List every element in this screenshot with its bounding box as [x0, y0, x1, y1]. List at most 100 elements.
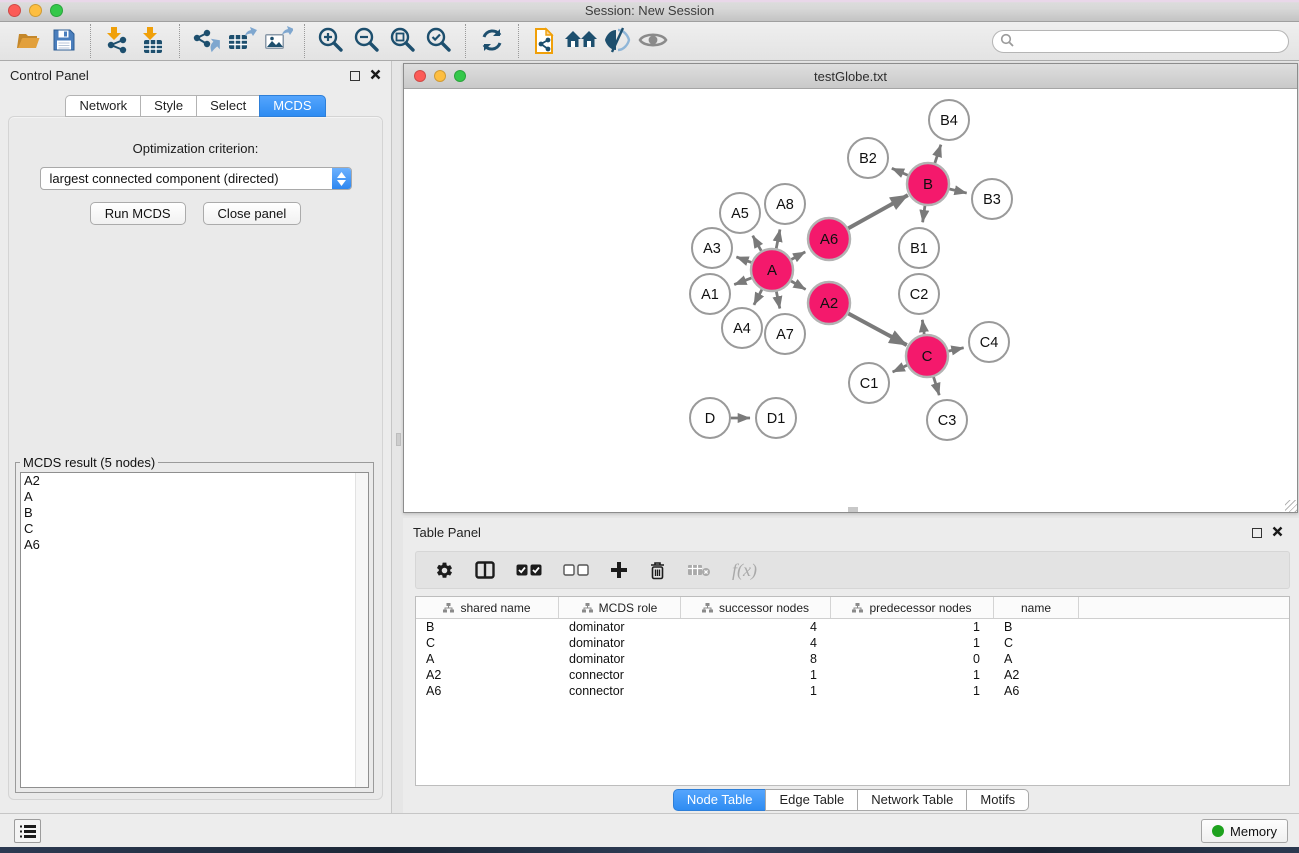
- graph-edge[interactable]: [736, 257, 751, 262]
- delete-column-button[interactable]: [649, 561, 666, 580]
- import-table-button[interactable]: [135, 24, 171, 58]
- network-canvas[interactable]: AA1A2A3A4A5A6A7A8BB1B2B3B4CC1C2C3C4DD1: [404, 89, 1297, 512]
- graph-node-C[interactable]: C: [906, 335, 948, 377]
- graph-node-D1[interactable]: D1: [756, 398, 796, 438]
- close-panel-button[interactable]: Close panel: [203, 202, 302, 225]
- graph-edge[interactable]: [934, 377, 940, 395]
- toggle-graphics-details-button[interactable]: [599, 24, 635, 58]
- search-input[interactable]: [1015, 33, 1288, 51]
- result-list-item[interactable]: A: [21, 489, 368, 505]
- network-window-titlebar[interactable]: testGlobe.txt: [404, 64, 1297, 89]
- close-window-button[interactable]: [8, 4, 21, 17]
- graph-node-A6[interactable]: A6: [808, 218, 850, 260]
- new-network-button[interactable]: [527, 24, 563, 58]
- tab-style[interactable]: Style: [140, 95, 196, 117]
- zoom-out-button[interactable]: [349, 24, 385, 58]
- graph-node-B4[interactable]: B4: [929, 100, 969, 140]
- save-session-button[interactable]: [46, 24, 82, 58]
- memory-button[interactable]: Memory: [1201, 819, 1288, 843]
- graph-edge[interactable]: [753, 236, 762, 251]
- export-table-button[interactable]: [224, 24, 260, 58]
- tab-select[interactable]: Select: [196, 95, 259, 117]
- run-mcds-button[interactable]: Run MCDS: [90, 202, 186, 225]
- column-header-name[interactable]: name: [994, 597, 1079, 618]
- result-list-item[interactable]: C: [21, 521, 368, 537]
- table-settings-button[interactable]: [435, 561, 454, 580]
- graph-node-B3[interactable]: B3: [972, 179, 1012, 219]
- graph-node-A8[interactable]: A8: [765, 184, 805, 224]
- tab-network-table[interactable]: Network Table: [857, 789, 966, 811]
- graph-edge[interactable]: [754, 290, 762, 305]
- network-close-button[interactable]: [414, 70, 426, 82]
- graph-edge[interactable]: [948, 348, 963, 351]
- close-table-panel-icon[interactable]: [1272, 525, 1283, 540]
- graph-node-A4[interactable]: A4: [722, 308, 762, 348]
- column-header-successor-nodes[interactable]: successor nodes: [681, 597, 831, 618]
- zoom-fit-button[interactable]: [385, 24, 421, 58]
- graph-node-A5[interactable]: A5: [720, 193, 760, 233]
- graph-edge[interactable]: [848, 195, 908, 228]
- table-row[interactable]: Cdominator41C: [416, 635, 1289, 651]
- tab-node-table[interactable]: Node Table: [673, 789, 766, 811]
- graph-node-B[interactable]: B: [907, 163, 949, 205]
- graph-edge[interactable]: [935, 145, 941, 163]
- select-all-button[interactable]: [516, 564, 542, 576]
- graph-node-C3[interactable]: C3: [927, 400, 967, 440]
- result-scrollbar[interactable]: [355, 473, 368, 787]
- refresh-layout-button[interactable]: [474, 24, 510, 58]
- network-zoom-button[interactable]: [454, 70, 466, 82]
- panel-divider-handle[interactable]: [396, 433, 401, 446]
- graph-edge[interactable]: [848, 313, 906, 345]
- result-list-item[interactable]: B: [21, 505, 368, 521]
- export-image-button[interactable]: [260, 24, 296, 58]
- graph-edge[interactable]: [922, 320, 924, 334]
- mcds-result-list[interactable]: A2ABCA6: [20, 472, 369, 788]
- tab-network[interactable]: Network: [65, 95, 140, 117]
- column-header-predecessor-nodes[interactable]: predecessor nodes: [831, 597, 994, 618]
- graph-edge[interactable]: [734, 278, 751, 285]
- search-field[interactable]: [992, 30, 1289, 53]
- column-header-mcds-role[interactable]: MCDS role: [559, 597, 681, 618]
- network-minimize-button[interactable]: [434, 70, 446, 82]
- column-header-shared-name[interactable]: shared name: [416, 597, 559, 618]
- table-row[interactable]: A6connector11A6: [416, 683, 1289, 699]
- deselect-all-button[interactable]: [563, 564, 589, 576]
- graph-node-B2[interactable]: B2: [848, 138, 888, 178]
- graph-node-A[interactable]: A: [751, 249, 793, 291]
- table-row[interactable]: Bdominator41B: [416, 619, 1289, 635]
- graph-node-D[interactable]: D: [690, 398, 730, 438]
- minimize-window-button[interactable]: [29, 4, 42, 17]
- graph-node-A3[interactable]: A3: [692, 228, 732, 268]
- graph-edge[interactable]: [923, 206, 925, 222]
- graph-edge[interactable]: [791, 281, 806, 289]
- graph-edge[interactable]: [892, 168, 908, 175]
- task-history-button[interactable]: [14, 819, 41, 843]
- result-list-item[interactable]: A2: [21, 473, 368, 489]
- zoom-window-button[interactable]: [50, 4, 63, 17]
- graph-edge[interactable]: [776, 230, 780, 249]
- table-row[interactable]: Adominator80A: [416, 651, 1289, 667]
- float-panel-icon[interactable]: [350, 71, 360, 81]
- graph-edge[interactable]: [791, 252, 805, 260]
- graph-node-A1[interactable]: A1: [690, 274, 730, 314]
- graph-node-B1[interactable]: B1: [899, 228, 939, 268]
- tab-motifs[interactable]: Motifs: [966, 789, 1029, 811]
- tab-edge-table[interactable]: Edge Table: [765, 789, 857, 811]
- zoom-selected-button[interactable]: [421, 24, 457, 58]
- graph-edge[interactable]: [776, 292, 779, 309]
- graph-edge[interactable]: [893, 365, 907, 372]
- split-view-button[interactable]: [475, 561, 495, 579]
- tab-mcds[interactable]: MCDS: [259, 95, 325, 117]
- zoom-in-button[interactable]: [313, 24, 349, 58]
- float-table-panel-icon[interactable]: [1252, 528, 1262, 538]
- graph-node-A2[interactable]: A2: [808, 282, 850, 324]
- show-hide-panel-button[interactable]: [635, 24, 671, 58]
- graph-node-C1[interactable]: C1: [849, 363, 889, 403]
- graph-node-A7[interactable]: A7: [765, 314, 805, 354]
- resize-grip-icon[interactable]: [1285, 500, 1297, 512]
- network-hscroll-thumb[interactable]: [848, 507, 858, 512]
- export-network-button[interactable]: [188, 24, 224, 58]
- home-button[interactable]: [563, 24, 599, 58]
- close-panel-icon[interactable]: [370, 68, 381, 83]
- graph-edge[interactable]: [949, 189, 966, 193]
